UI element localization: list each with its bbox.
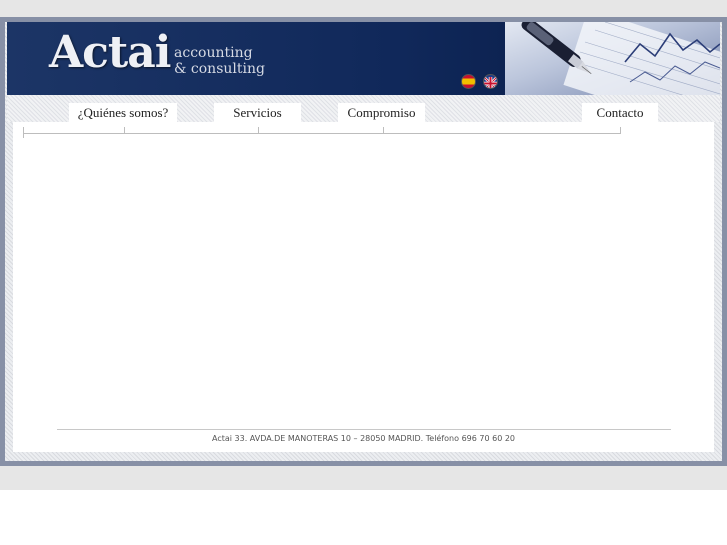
logo-name[interactable]: Actai xyxy=(49,31,171,75)
tab-servicios[interactable]: Servicios xyxy=(214,103,301,122)
footer-address: Actai 33. AVDA.DE MANOTERAS 10 – 28050 M… xyxy=(211,434,516,443)
divider-tick xyxy=(383,127,384,134)
spain-flag-icon[interactable] xyxy=(461,74,476,89)
logo-tagline: accounting & consulting xyxy=(174,45,265,77)
divider-tick xyxy=(620,127,621,134)
pen-and-chart-illustration xyxy=(521,22,720,95)
site-header: Actai accounting & consulting xyxy=(7,22,720,95)
footer-divider xyxy=(57,429,671,430)
tab-quienes-somos[interactable]: ¿Quiénes somos? xyxy=(69,103,177,122)
divider-tick xyxy=(124,127,125,134)
main-content: Actai 33. AVDA.DE MANOTERAS 10 – 28050 M… xyxy=(13,122,714,452)
header-photo xyxy=(505,22,720,95)
divider-tick xyxy=(258,127,259,134)
uk-flag-graphic xyxy=(484,76,497,88)
tab-compromiso[interactable]: Compromiso xyxy=(338,103,425,122)
top-band xyxy=(0,0,727,17)
tab-contacto[interactable]: Contacto xyxy=(582,103,658,122)
uk-flag-icon[interactable] xyxy=(483,74,498,89)
logo-tagline-line-2: & consulting xyxy=(174,61,265,77)
logo-tagline-line-1: accounting xyxy=(174,45,253,61)
content-divider xyxy=(23,133,621,134)
bottom-band xyxy=(0,466,727,490)
divider-tick xyxy=(23,127,24,138)
